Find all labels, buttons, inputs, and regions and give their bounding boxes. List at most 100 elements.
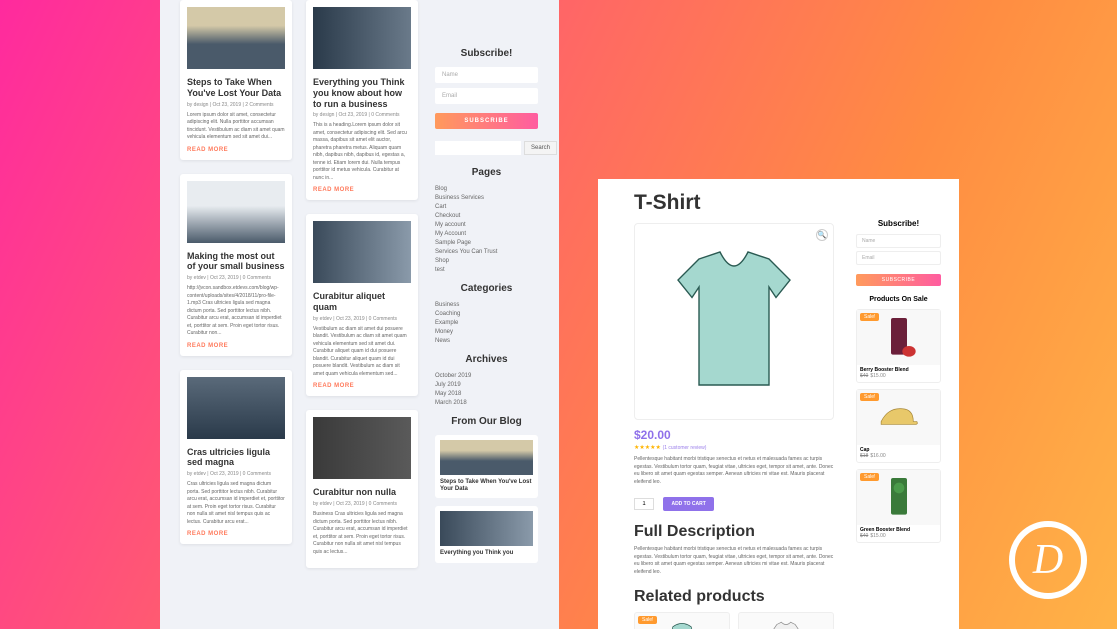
post-image (313, 221, 411, 283)
page-link[interactable]: test (435, 267, 538, 273)
search-button[interactable]: Search (524, 141, 557, 155)
post-excerpt: Vestibulum ac diam sit amet dui posuere … (313, 326, 411, 379)
page-link[interactable]: Cart (435, 204, 538, 210)
from-blog-image (440, 440, 533, 475)
category-link[interactable]: Money (435, 329, 538, 335)
page-link[interactable]: Services You Can Trust (435, 249, 538, 255)
email-input[interactable]: Email (856, 251, 941, 265)
related-product[interactable] (738, 612, 834, 629)
post-image (313, 7, 411, 69)
products-on-sale-heading: Products On Sale (856, 296, 941, 303)
name-input[interactable]: Name (856, 234, 941, 248)
read-more-link[interactable]: READ MORE (187, 531, 285, 537)
categories-heading: Categories (435, 283, 538, 294)
email-input[interactable]: Email (435, 88, 538, 104)
post-excerpt: http://jvcon.sandbox.etdevs.com/blog/wp-… (187, 285, 285, 338)
product-mockup: T-Shirt 🔍 $20.00 ★★★★★ (1 customer revie… (598, 179, 959, 629)
read-more-link[interactable]: READ MORE (313, 383, 411, 389)
sale-product[interactable]: Sale! Green Booster Blend $40$15.00 (856, 469, 941, 543)
sale-product-name: Berry Booster Blend (857, 365, 940, 373)
post-card[interactable]: Curabitur aliquet quam by etdev | Oct 23… (306, 214, 418, 396)
sale-product-name: Cap (857, 445, 940, 453)
from-blog-image (440, 511, 533, 546)
post-meta: by design | Oct 23, 2019 | 2 Comments (187, 102, 285, 108)
from-blog-title: Steps to Take When You've Lost Your Data (440, 479, 533, 493)
post-title[interactable]: Curabitur aliquet quam (313, 291, 411, 313)
zoom-icon[interactable]: 🔍 (816, 229, 828, 241)
post-title[interactable]: Curabitur non nulla (313, 487, 411, 498)
post-title[interactable]: Steps to Take When You've Lost Your Data (187, 77, 285, 99)
post-meta: by design | Oct 23, 2019 | 0 Comments (313, 112, 411, 118)
quantity-input[interactable] (634, 498, 654, 510)
categories-list: Business Coaching Example Money News (435, 302, 538, 344)
post-card[interactable]: Steps to Take When You've Lost Your Data… (180, 0, 292, 160)
sale-badge: Sale! (638, 616, 657, 624)
from-blog-title: Everything you Think you (440, 550, 533, 557)
post-image (187, 181, 285, 243)
from-blog-heading: From Our Blog (435, 416, 538, 427)
post-excerpt: This is a heading.Lorem ipsum dolor sit … (313, 122, 411, 182)
post-meta: by etdev | Oct 23, 2019 | 0 Comments (187, 275, 285, 281)
post-title[interactable]: Cras ultricies ligula sed magna (187, 447, 285, 469)
rating-stars: ★★★★★ (1 customer review) (634, 444, 834, 451)
post-title[interactable]: Making the most out of your small busine… (187, 251, 285, 273)
sale-product[interactable]: Sale! Cap $18$16.00 (856, 389, 941, 463)
read-more-link[interactable]: READ MORE (187, 147, 285, 153)
post-excerpt: Business Cras ultricies ligula sed magna… (313, 511, 411, 556)
product-sidebar: Subscribe! Name Email SUBSCRIBE Products… (856, 219, 941, 549)
post-image (313, 417, 411, 479)
sale-badge: Sale! (860, 313, 879, 321)
post-card[interactable]: Curabitur non nulla by etdev | Oct 23, 2… (306, 410, 418, 568)
post-title[interactable]: Everything you Think you know about how … (313, 77, 411, 109)
sale-product[interactable]: Sale! Berry Booster Blend $40$15.00 (856, 309, 941, 383)
product-image-wrap: 🔍 (634, 223, 834, 420)
page-link[interactable]: Checkout (435, 213, 538, 219)
read-more-link[interactable]: READ MORE (313, 187, 411, 193)
post-card[interactable]: Making the most out of your small busine… (180, 174, 292, 356)
product-title: T-Shirt (634, 191, 834, 215)
full-description-text: Pellentesque habitant morbi tristique se… (634, 546, 834, 576)
from-blog-card[interactable]: Steps to Take When You've Lost Your Data (435, 435, 538, 498)
page-link[interactable]: Blog (435, 186, 538, 192)
add-to-cart-button[interactable]: ADD TO CART (663, 497, 713, 511)
subscribe-button[interactable]: SUBSCRIBE (435, 113, 538, 129)
name-input[interactable]: Name (435, 67, 538, 83)
pages-heading: Pages (435, 167, 538, 178)
review-count[interactable]: (1 customer review) (663, 445, 707, 451)
post-excerpt: Lorem ipsum dolor sit amet, consectetur … (187, 112, 285, 142)
page-link[interactable]: Sample Page (435, 240, 538, 246)
short-description: Pellentesque habitant morbi tristique se… (634, 456, 834, 486)
tshirt-icon (664, 242, 804, 402)
archive-link[interactable]: July 2019 (435, 382, 538, 388)
page-link[interactable]: My Account (435, 231, 538, 237)
divi-logo-icon: D (1009, 521, 1087, 599)
pages-list: Blog Business Services Cart Checkout My … (435, 186, 538, 273)
archive-link[interactable]: March 2018 (435, 400, 538, 406)
archives-list: October 2019 July 2019 May 2018 March 20… (435, 373, 538, 406)
related-product[interactable]: Sale! (634, 612, 730, 629)
post-image (187, 377, 285, 439)
post-card[interactable]: Everything you Think you know about how … (306, 0, 418, 200)
search-input[interactable] (435, 141, 521, 155)
archives-heading: Archives (435, 354, 538, 365)
page-link[interactable]: My account (435, 222, 538, 228)
from-blog-card[interactable]: Everything you Think you (435, 506, 538, 562)
category-link[interactable]: News (435, 338, 538, 344)
archive-link[interactable]: May 2018 (435, 391, 538, 397)
product-image[interactable] (635, 224, 833, 419)
related-heading: Related products (634, 588, 834, 606)
page-link[interactable]: Shop (435, 258, 538, 264)
blog-mockup: Steps to Take When You've Lost Your Data… (160, 0, 559, 629)
post-meta: by etdev | Oct 23, 2019 | 0 Comments (313, 501, 411, 507)
archive-link[interactable]: October 2019 (435, 373, 538, 379)
subscribe-button[interactable]: SUBSCRIBE (856, 274, 941, 286)
sale-badge: Sale! (860, 393, 879, 401)
category-link[interactable]: Example (435, 320, 538, 326)
page-link[interactable]: Business Services (435, 195, 538, 201)
post-card[interactable]: Cras ultricies ligula sed magna by etdev… (180, 370, 292, 545)
category-link[interactable]: Business (435, 302, 538, 308)
read-more-link[interactable]: READ MORE (187, 343, 285, 349)
post-meta: by etdev | Oct 23, 2019 | 0 Comments (313, 316, 411, 322)
category-link[interactable]: Coaching (435, 311, 538, 317)
post-meta: by etdev | Oct 23, 2019 | 0 Comments (187, 471, 285, 477)
